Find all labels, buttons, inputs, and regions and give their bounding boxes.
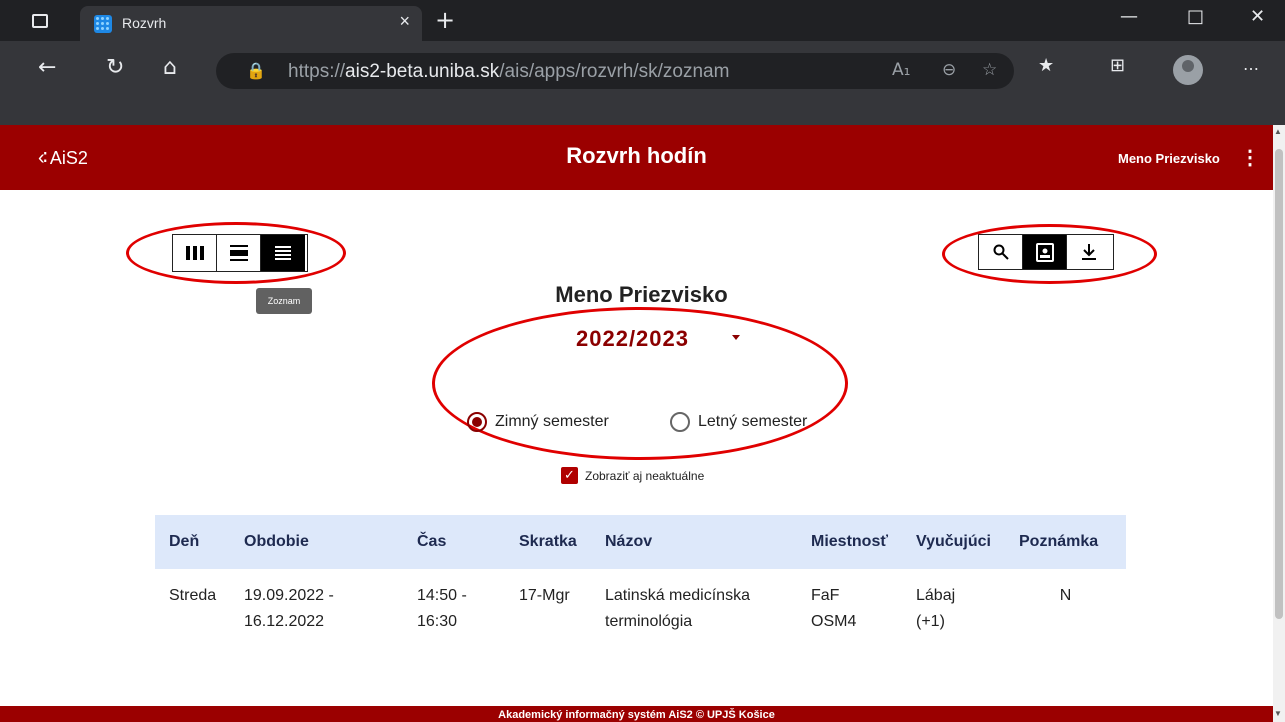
minimize-icon[interactable]: — bbox=[1120, 6, 1138, 27]
cell-poznamka: N bbox=[1005, 583, 1126, 609]
col-header[interactable]: Skratka bbox=[505, 533, 591, 551]
col-header[interactable]: Deň bbox=[155, 533, 230, 551]
radio-label: Letný semester bbox=[698, 413, 808, 430]
zoom-out-icon[interactable]: ⊖ bbox=[942, 60, 956, 80]
cell-cas: 14:50 - 16:30 bbox=[403, 583, 505, 635]
main-content: Zoznam Meno Priezvisko 2022/2023 Zimný s… bbox=[0, 190, 1273, 706]
tab-title: Rozvrh bbox=[122, 15, 167, 31]
cell-text: FaF bbox=[811, 587, 840, 604]
table-header: Deň Obdobie Čas Skratka Názov Miestnosť … bbox=[155, 515, 1126, 569]
favorites-icon[interactable]: ★ bbox=[1038, 55, 1054, 76]
close-window-icon[interactable]: ✕ bbox=[1250, 6, 1265, 27]
app-header: ‹∶ AiS2 Rozvrh hodín Meno Priezvisko ⋮ bbox=[0, 125, 1273, 190]
cell-text: (+1) bbox=[916, 613, 945, 630]
cell-miestnost: FaF OSM4 bbox=[797, 583, 902, 635]
page-scrollbar[interactable]: ▲ ▼ bbox=[1273, 125, 1285, 722]
annotation-ellipse-tools bbox=[942, 224, 1157, 284]
caret-down-icon[interactable] bbox=[732, 335, 740, 340]
col-header[interactable]: Vyučujúci bbox=[902, 533, 1005, 551]
year-select[interactable]: 2022/2023 bbox=[576, 326, 689, 352]
address-bar[interactable]: 🔒 https://ais2-beta.uniba.sk/ais/apps/ro… bbox=[216, 53, 1014, 89]
kebab-menu-icon[interactable]: ⋮ bbox=[1240, 145, 1260, 170]
show-inactive-checkbox[interactable]: ✓ Zobraziť aj neaktuálne bbox=[561, 467, 704, 484]
close-icon[interactable]: × bbox=[399, 11, 410, 32]
radio-selected-icon[interactable] bbox=[467, 412, 487, 432]
cell-text: 14:50 - bbox=[417, 587, 467, 604]
checkbox-checked-icon[interactable]: ✓ bbox=[561, 467, 578, 484]
table-row[interactable]: Streda 19.09.2022 - 16.12.2022 14:50 - 16:… bbox=[155, 569, 1126, 647]
collections-icon[interactable]: ⊞ bbox=[1110, 55, 1125, 76]
app-favicon-icon bbox=[94, 15, 112, 33]
annotation-ellipse-view bbox=[126, 222, 346, 284]
radio-letny-semester[interactable]: Letný semester bbox=[670, 412, 807, 432]
radio-unselected-icon[interactable] bbox=[670, 412, 690, 432]
cell-text: N bbox=[1059, 587, 1072, 604]
plus-icon[interactable]: + bbox=[435, 6, 455, 34]
schedule-table: Deň Obdobie Čas Skratka Názov Miestnosť … bbox=[155, 515, 1126, 647]
scroll-thumb[interactable] bbox=[1275, 149, 1283, 619]
cell-skratka: 17-Mgr bbox=[505, 583, 591, 609]
cell-obdobie: 19.09.2022 - 16.12.2022 bbox=[230, 583, 403, 635]
cell-text: 16.12.2022 bbox=[244, 613, 325, 630]
read-aloud-icon[interactable]: A₁ bbox=[892, 60, 910, 80]
page-title: Rozvrh hodín bbox=[566, 143, 707, 168]
cell-vyucujuci: Lábaj (+1) bbox=[902, 583, 1005, 635]
col-header[interactable]: Čas bbox=[403, 533, 505, 551]
home-icon[interactable]: ⌂ bbox=[163, 55, 177, 80]
browser-window: Rozvrh × + — □ ✕ ← ↻ ⌂ 🔒 https://ais2-be… bbox=[0, 0, 1285, 722]
radio-zimny-semester[interactable]: Zimný semester bbox=[467, 412, 609, 432]
cell-text: 16:30 bbox=[417, 613, 458, 630]
add-favorite-icon[interactable]: ☆ bbox=[982, 60, 997, 80]
refresh-icon[interactable]: ↻ bbox=[106, 55, 124, 80]
title-bar: Rozvrh × + — □ ✕ bbox=[0, 0, 1285, 41]
cell-text: Streda bbox=[169, 587, 217, 604]
cell-text: Latinská medicínska bbox=[605, 587, 750, 604]
cell-den: Streda bbox=[155, 583, 230, 609]
more-icon[interactable]: … bbox=[1243, 55, 1259, 74]
cell-text: 17-Mgr bbox=[519, 587, 570, 604]
cell-text: OSM4 bbox=[811, 613, 857, 630]
footer: Akademický informačný systém AiS2 © UPJŠ… bbox=[0, 706, 1273, 722]
checkbox-label: Zobraziť aj neaktuálne bbox=[585, 468, 705, 483]
maximize-icon[interactable]: □ bbox=[1187, 6, 1204, 27]
col-header[interactable]: Poznámka bbox=[1005, 533, 1126, 551]
person-name: Meno Priezvisko bbox=[555, 282, 728, 307]
tab-rozvrh[interactable]: Rozvrh × bbox=[80, 6, 422, 41]
tab-actions-icon[interactable] bbox=[28, 9, 52, 33]
user-name[interactable]: Meno Priezvisko bbox=[1118, 151, 1220, 166]
cell-nazov: Latinská medicínska terminológia bbox=[591, 583, 797, 635]
scroll-up-icon[interactable]: ▲ bbox=[1274, 127, 1282, 136]
cell-text: terminológia bbox=[605, 613, 693, 630]
cell-text: 19.09.2022 - bbox=[244, 587, 334, 604]
profile-avatar[interactable] bbox=[1173, 55, 1203, 85]
radio-label: Zimný semester bbox=[495, 413, 609, 430]
col-header[interactable]: Obdobie bbox=[230, 533, 403, 551]
col-header[interactable]: Miestnosť bbox=[797, 533, 902, 551]
lock-icon[interactable]: 🔒 bbox=[246, 61, 266, 81]
col-header[interactable]: Názov bbox=[591, 533, 797, 551]
cell-text: Lábaj bbox=[916, 587, 956, 604]
back-icon[interactable]: ← bbox=[38, 55, 56, 80]
scroll-down-icon[interactable]: ▼ bbox=[1274, 709, 1282, 718]
address-toolbar: ← ↻ ⌂ 🔒 https://ais2-beta.uniba.sk/ais/a… bbox=[0, 41, 1285, 125]
url-text[interactable]: https://ais2-beta.uniba.sk/ais/apps/rozv… bbox=[288, 61, 729, 83]
